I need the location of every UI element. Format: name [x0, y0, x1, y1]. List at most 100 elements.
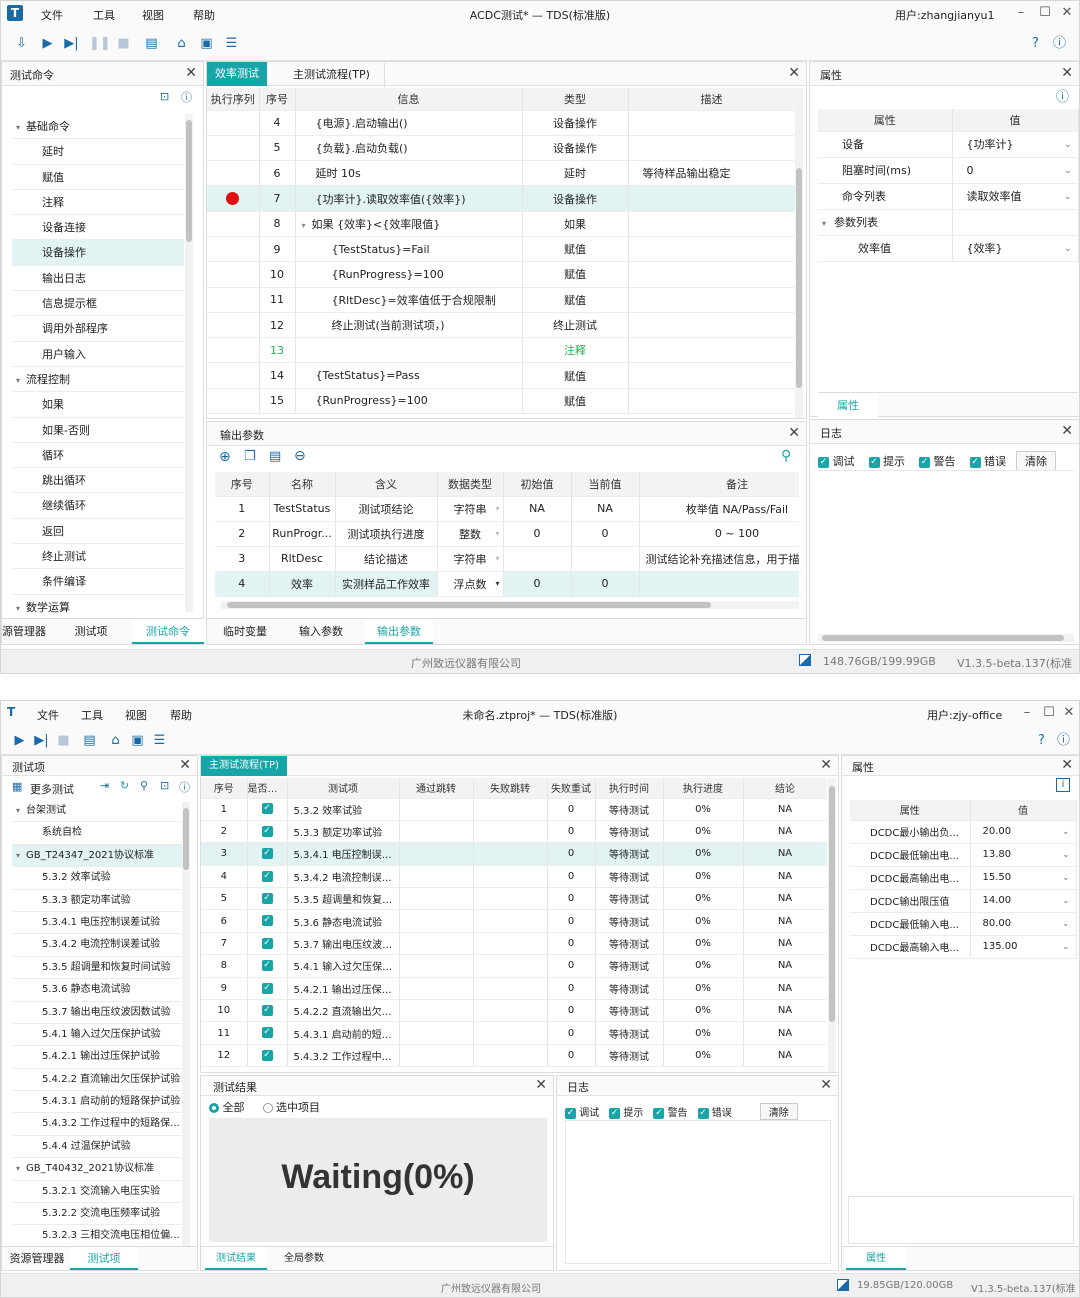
- run-step-icon[interactable]: ▶|: [33, 732, 50, 749]
- table-row[interactable]: 7 {功率计}.读取效率值({效率}) 设备操作: [207, 185, 795, 212]
- tree-item[interactable]: 注释: [12, 190, 184, 216]
- retry-cell[interactable]: 0: [547, 887, 596, 911]
- filter-error[interactable]: ✓ 错误: [697, 1104, 732, 1119]
- menu-tools[interactable]: 工具: [93, 7, 115, 23]
- property-value[interactable]: 读取效率值 ⌄: [952, 183, 1079, 210]
- menu-file[interactable]: 文件: [41, 7, 63, 23]
- tree-item[interactable]: 如果-否则: [12, 418, 184, 443]
- remove-icon[interactable]: ⊖: [294, 448, 306, 464]
- exec-seq-cell[interactable]: [207, 211, 260, 237]
- enabled-cell[interactable]: ✓: [247, 999, 288, 1023]
- menu-help[interactable]: 帮助: [193, 7, 215, 23]
- retry-cell[interactable]: 0: [547, 932, 596, 956]
- exec-seq-cell[interactable]: [207, 362, 260, 389]
- test-item-cell[interactable]: 5.3.2 效率试验: [287, 798, 400, 821]
- exec-seq-cell[interactable]: [207, 312, 260, 339]
- tree-item[interactable]: 5.3.2.3 三相交流电压相位偏...: [12, 1225, 182, 1248]
- tree-item[interactable]: 5.4.3.1 启动前的短路保护试验: [12, 1091, 182, 1114]
- tree-item[interactable]: 如果: [12, 392, 184, 418]
- exec-seq-cell[interactable]: [207, 337, 260, 364]
- exec-seq-cell[interactable]: [207, 135, 260, 162]
- retry-cell[interactable]: 0: [547, 999, 596, 1023]
- checkbox-icon[interactable]: ✓: [261, 825, 273, 837]
- close-icon[interactable]: ✕: [820, 757, 832, 773]
- run-icon[interactable]: ▶: [11, 732, 28, 749]
- tab-properties[interactable]: 属性: [818, 393, 878, 418]
- chevron-down-icon[interactable]: ▾: [495, 554, 499, 563]
- chevron-down-icon[interactable]: ⌄: [1064, 244, 1072, 254]
- test-item-cell[interactable]: 5.4.3.1 启动前的短路...: [287, 1021, 400, 1045]
- property-value[interactable]: 13.80 ⌄: [970, 843, 1077, 867]
- minimize-icon[interactable]: –: [1013, 5, 1029, 21]
- table-row[interactable]: 11 {RltDesc}=效率值低于合规限制 赋值: [207, 287, 795, 313]
- help-icon[interactable]: ?: [1033, 732, 1050, 749]
- initial-value-cell[interactable]: 0: [503, 521, 572, 547]
- property-row[interactable]: DCDC最高输出电... 15.50 ⌄: [850, 866, 1077, 890]
- checkbox-icon[interactable]: ✓: [261, 1049, 273, 1061]
- pass-jump-cell[interactable]: [399, 909, 474, 933]
- list-icon[interactable]: ☰: [223, 35, 240, 52]
- tree-item[interactable]: 5.3.7 输出电压纹波因数试验: [12, 1002, 182, 1024]
- table-row[interactable]: 10 {RunProgress}=100 赋值: [207, 261, 795, 288]
- property-row[interactable]: 设备 {功率计} ⌄: [818, 131, 1079, 158]
- checkbox-icon[interactable]: ✓: [261, 893, 273, 904]
- enabled-cell[interactable]: ✓: [247, 954, 288, 978]
- fail-jump-cell[interactable]: [473, 865, 548, 889]
- table-row[interactable]: 12 ✓ 5.4.3.2 工作过程中的... 0 等待测试 0% NA: [201, 1044, 827, 1068]
- dtype-dropdown[interactable]: 整数 ▾: [437, 521, 504, 547]
- report-icon[interactable]: ▤: [143, 35, 160, 52]
- table-row[interactable]: 8 ✓ 5.4.1 输入过欠压保护... 0 等待测试 0% NA: [201, 954, 827, 978]
- filter-warning[interactable]: ✓ 警告: [919, 453, 956, 469]
- pass-jump-cell[interactable]: [399, 977, 474, 1001]
- filter-warning[interactable]: ✓ 警告: [653, 1104, 688, 1119]
- fail-jump-cell[interactable]: [473, 909, 548, 933]
- table-row[interactable]: 4 ✓ 5.3.4.2 电流控制误差... 0 等待测试 0% NA: [201, 865, 827, 889]
- tab-input-params[interactable]: 输入参数: [289, 619, 353, 644]
- chevron-down-icon[interactable]: ⌄: [1064, 166, 1072, 176]
- expand-arrow-icon[interactable]: ▾: [16, 1164, 20, 1173]
- table-row[interactable]: 4 效率 实测样品工作效率 浮点数 ▾ 0 0: [215, 571, 799, 597]
- chevron-down-icon[interactable]: ⌄: [1062, 942, 1070, 952]
- test-item-cell[interactable]: 5.3.4.2 电流控制误差...: [287, 865, 400, 889]
- tree-item[interactable]: 5.4.4 过温保护试验: [12, 1136, 182, 1159]
- copy-icon[interactable]: ❐: [244, 449, 256, 464]
- note-cell[interactable]: 枚举值 NA/Pass/Fail: [639, 496, 799, 522]
- more-tests-label[interactable]: 更多测试: [30, 781, 74, 797]
- fail-jump-cell[interactable]: [473, 999, 548, 1023]
- property-value[interactable]: 20.00 ⌄: [970, 820, 1077, 844]
- tree-item[interactable]: 设备操作: [12, 240, 184, 266]
- initial-value-cell[interactable]: [503, 546, 572, 572]
- add-icon[interactable]: ⊕: [219, 449, 231, 465]
- meaning-cell[interactable]: 结论描述: [335, 546, 438, 572]
- chevron-down-icon[interactable]: ▾: [495, 579, 499, 588]
- info-icon[interactable]: ⓘ: [181, 89, 192, 105]
- property-row[interactable]: 阻塞时间(ms) 0 ⌄: [818, 157, 1079, 184]
- chevron-down-icon[interactable]: ▾: [495, 529, 499, 538]
- filter-debug[interactable]: ✓ 调试: [565, 1104, 599, 1119]
- tree-item[interactable]: 5.3.6 静态电流试验: [12, 979, 182, 1002]
- info-icon[interactable]: ⓘ: [1055, 732, 1072, 749]
- tree-item[interactable]: 调用外部程序: [12, 316, 184, 342]
- import-icon[interactable]: ⇩: [13, 35, 30, 52]
- paste-icon[interactable]: ▤: [269, 449, 281, 464]
- report-icon[interactable]: ▤: [81, 732, 98, 749]
- property-value[interactable]: {功率计} ⌄: [952, 131, 1079, 158]
- home-icon[interactable]: ⌂: [107, 732, 124, 749]
- menu-view[interactable]: 视图: [142, 7, 164, 23]
- monitor-icon[interactable]: ▣: [198, 35, 215, 52]
- menu-tools[interactable]: 工具: [81, 707, 103, 723]
- stop-icon[interactable]: ■: [115, 35, 132, 52]
- retry-cell[interactable]: 0: [547, 1044, 596, 1068]
- checkbox-icon[interactable]: ✓: [261, 960, 273, 972]
- more-tests-icon[interactable]: ▦: [12, 780, 22, 793]
- test-item-cell[interactable]: 5.3.6 静态电流试验: [287, 909, 400, 933]
- table-row[interactable]: 9 {TestStatus}=Fail 赋值: [207, 236, 795, 263]
- property-value[interactable]: 15.50 ⌄: [970, 866, 1077, 890]
- tree-item[interactable]: 信息提示框: [12, 291, 184, 317]
- enabled-cell[interactable]: ✓: [247, 887, 288, 911]
- exec-seq-cell[interactable]: [207, 236, 260, 263]
- tree-item[interactable]: ▾ GB_T40432_2021协议标准: [12, 1158, 182, 1181]
- property-value[interactable]: {效率} ⌄: [952, 235, 1079, 262]
- test-item-cell[interactable]: 5.3.5 超调量和恢复时...: [287, 887, 400, 911]
- close-icon[interactable]: ✕: [1061, 65, 1073, 81]
